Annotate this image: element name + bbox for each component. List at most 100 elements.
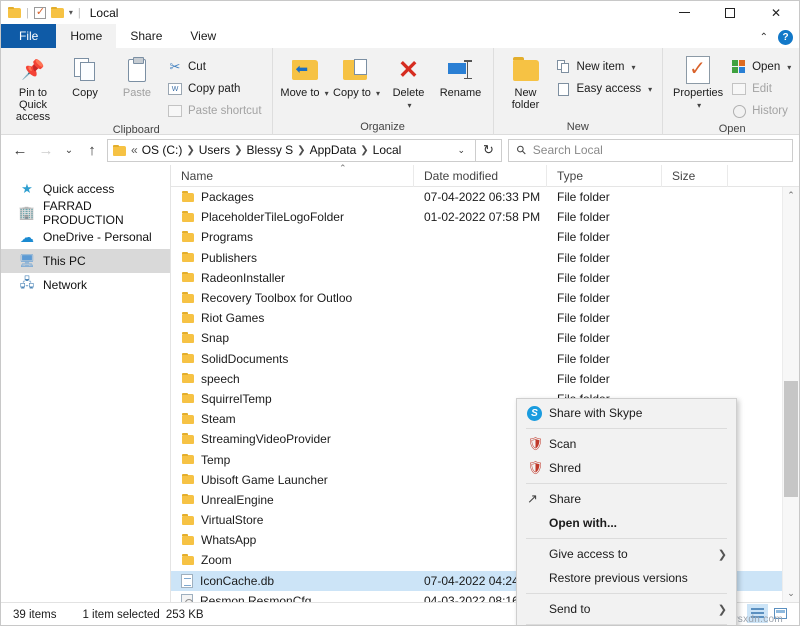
menu-item-shred[interactable]: 🛡Shred xyxy=(517,456,736,480)
table-row[interactable]: PublishersFile folder xyxy=(171,248,799,268)
button-label: Copy to ▾ xyxy=(333,87,380,100)
table-row[interactable]: RadeonInstallerFile folder xyxy=(171,268,799,288)
chevron-down-icon[interactable]: ▾ xyxy=(787,63,791,72)
status-selection-count: 1 item selected xyxy=(82,609,159,621)
maximize-button[interactable] xyxy=(707,1,753,24)
breadcrumb-item-users[interactable]: Users xyxy=(199,143,230,157)
copy-to-button[interactable]: Copy to ▾ xyxy=(331,52,383,100)
move-to-button[interactable]: ⬅ Move to ▾ xyxy=(279,52,331,100)
button-label: Paste xyxy=(123,87,151,99)
column-header-type[interactable]: Type xyxy=(547,165,662,187)
refresh-button[interactable]: ↻ xyxy=(476,139,502,162)
up-button[interactable]: ↑ xyxy=(79,137,105,163)
properties-button[interactable]: Properties▾ xyxy=(669,52,727,112)
table-row[interactable]: Recovery Toolbox for OutlooFile folder xyxy=(171,288,799,308)
tab-home[interactable]: Home xyxy=(56,24,116,48)
breadcrumb-item-local[interactable]: Local xyxy=(373,143,402,157)
ribbon-tabs: File Home Share View ⌃ ? xyxy=(1,24,799,48)
navigation-pane: ★ Quick access 🏢 FARRAD PRODUCTION ☁ One… xyxy=(1,165,171,602)
breadcrumb-item-blessy-s[interactable]: Blessy S xyxy=(246,143,293,157)
help-icon[interactable]: ? xyxy=(778,30,793,45)
cell-name: SquirrelTemp xyxy=(171,392,414,406)
rename-button[interactable]: Rename xyxy=(435,52,487,99)
breadcrumb-item-os-c[interactable]: OS (C:) xyxy=(142,143,183,157)
chevron-right-icon[interactable]: ❯ xyxy=(360,145,368,156)
menu-item-scan[interactable]: 🛡Scan xyxy=(517,432,736,456)
column-header-name[interactable]: Name xyxy=(171,165,414,187)
new-item-button[interactable]: New item ▾ xyxy=(552,56,657,78)
cut-button[interactable]: ✂ Cut xyxy=(163,56,266,78)
breadcrumb-item-appdata[interactable]: AppData xyxy=(310,143,357,157)
address-dropdown-icon[interactable]: ⌄ xyxy=(450,145,472,156)
sidebar-item-quick-access[interactable]: ★ Quick access xyxy=(1,177,170,201)
file-name: Riot Games xyxy=(201,311,264,325)
search-input[interactable]: ⚲ Search Local xyxy=(508,139,793,162)
copy-path-button[interactable]: W Copy path xyxy=(163,78,266,100)
table-row[interactable]: speechFile folder xyxy=(171,369,799,389)
scrollbar-thumb[interactable] xyxy=(784,381,798,497)
history-button[interactable]: History xyxy=(727,100,795,122)
tab-file[interactable]: File xyxy=(1,24,56,48)
tab-share[interactable]: Share xyxy=(116,24,176,48)
menu-separator xyxy=(526,538,727,539)
pin-to-quick-access-button[interactable]: 📌 Pin to Quick access xyxy=(7,52,59,123)
paste-button[interactable]: Paste xyxy=(111,52,163,99)
easy-access-button[interactable]: Easy access ▾ xyxy=(552,78,657,100)
table-row[interactable]: SnapFile folder xyxy=(171,328,799,348)
paste-shortcut-button[interactable]: Paste shortcut xyxy=(163,100,266,122)
delete-button[interactable]: ✕ Delete▾ xyxy=(383,52,435,112)
scissors-icon: ✂ xyxy=(167,59,183,75)
column-header-date-modified[interactable]: Date modified xyxy=(414,165,547,187)
folder-icon xyxy=(181,414,194,425)
chevron-down-icon[interactable]: ▾ xyxy=(648,85,652,94)
menu-item-share-with-skype[interactable]: SShare with Skype xyxy=(517,401,736,425)
scroll-down-button[interactable]: ⌄ xyxy=(783,585,799,602)
checkbox-icon[interactable] xyxy=(34,7,46,19)
vertical-scrollbar[interactable]: ⌃ ⌄ xyxy=(782,187,799,602)
minimize-button[interactable] xyxy=(661,1,707,24)
edit-button[interactable]: Edit xyxy=(727,78,795,100)
collapse-ribbon-icon[interactable]: ⌃ xyxy=(760,32,768,43)
sidebar-item-this-pc[interactable]: 🖥 This PC xyxy=(1,249,170,273)
new-folder-button[interactable]: New folder xyxy=(500,52,552,111)
chevron-right-icon[interactable]: ❯ xyxy=(186,145,194,156)
table-row[interactable]: ProgramsFile folder xyxy=(171,227,799,247)
table-row[interactable]: Riot GamesFile folder xyxy=(171,308,799,328)
menu-item-restore-previous-versions[interactable]: Restore previous versions xyxy=(517,566,736,590)
back-button[interactable]: ← xyxy=(7,137,33,163)
folder-icon xyxy=(181,515,194,526)
breadcrumb-overflow-icon[interactable]: « xyxy=(131,143,138,157)
chevron-down-icon[interactable]: ▾ xyxy=(69,8,73,17)
chevron-down-icon[interactable]: ▾ xyxy=(631,63,635,72)
folder-icon[interactable] xyxy=(51,7,64,18)
recent-locations-button[interactable]: ⌄ xyxy=(59,137,79,163)
menu-item-give-access-to[interactable]: Give access to❯ xyxy=(517,542,736,566)
menu-item-send-to[interactable]: Send to❯ xyxy=(517,597,736,621)
copy-button[interactable]: Copy xyxy=(59,52,111,99)
menu-item-share[interactable]: ↗Share xyxy=(517,487,736,511)
button-label: Delete▾ xyxy=(393,87,425,112)
menu-item-label: Scan xyxy=(549,437,736,451)
tab-view[interactable]: View xyxy=(176,24,230,48)
chevron-right-icon[interactable]: ❯ xyxy=(234,145,242,156)
forward-button[interactable]: → xyxy=(33,137,59,163)
table-row[interactable]: Packages07-04-2022 06:33 PMFile folder xyxy=(171,187,799,207)
sidebar-item-network[interactable]: 🖧 Network xyxy=(1,273,170,297)
menu-item-open-with[interactable]: Open with... xyxy=(517,511,736,535)
cell-name: StreamingVideoProvider xyxy=(171,432,414,446)
window-title: Local xyxy=(90,6,119,20)
sidebar-item-farrad-production[interactable]: 🏢 FARRAD PRODUCTION xyxy=(1,201,170,225)
column-header-size[interactable]: Size xyxy=(662,165,728,187)
chevron-right-icon[interactable]: ❯ xyxy=(297,145,305,156)
close-button[interactable]: ✕ xyxy=(753,1,799,24)
menu-item-icon-slot: 🛡 xyxy=(527,436,549,452)
sidebar-item-onedrive-personal[interactable]: ☁ OneDrive - Personal xyxy=(1,225,170,249)
table-row[interactable]: SolidDocumentsFile folder xyxy=(171,349,799,369)
open-button[interactable]: Open ▾ xyxy=(727,56,795,78)
context-menu: SShare with Skype🛡Scan🛡Shred↗ShareOpen w… xyxy=(516,398,737,626)
table-row[interactable]: PlaceholderTileLogoFolder01-02-2022 07:5… xyxy=(171,207,799,227)
sort-ascending-icon: ⌃ xyxy=(339,163,347,174)
scroll-up-button[interactable]: ⌃ xyxy=(783,187,799,204)
address-path-box[interactable]: « OS (C:) ❯ Users ❯ Blessy S ❯ AppData ❯… xyxy=(107,139,476,162)
cell-name: IconCache.db xyxy=(171,574,414,588)
